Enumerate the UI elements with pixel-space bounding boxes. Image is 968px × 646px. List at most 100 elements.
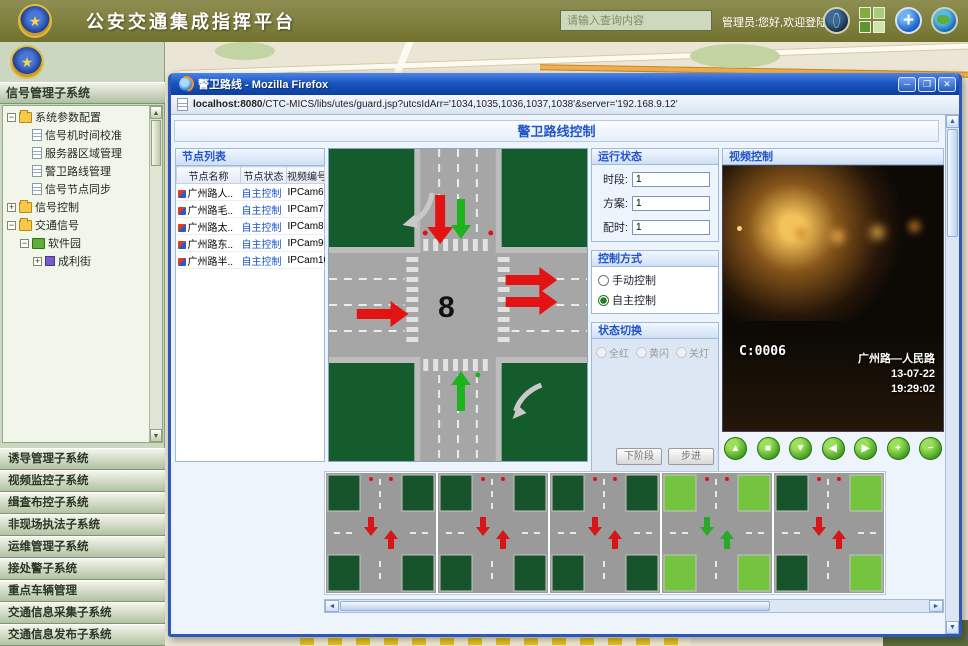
ptz-zoom-out-button[interactable]: −: [919, 437, 942, 460]
tree-item[interactable]: −软件园: [3, 234, 149, 252]
node-row[interactable]: 广州路毛.. 自主控制 IPCam7: [177, 201, 325, 218]
tree-item[interactable]: 服务器区域管理: [3, 144, 149, 162]
expand-icon[interactable]: +: [33, 257, 42, 266]
run-status-header: 运行状态: [591, 148, 719, 165]
period-input[interactable]: [632, 172, 710, 187]
vertical-scrollbar[interactable]: ▲ ▼: [945, 115, 959, 634]
folder-icon: [19, 202, 32, 213]
right-arrow-icon: ▶: [862, 443, 870, 454]
ptz-up-arrow-button[interactable]: ▲: [724, 437, 747, 460]
signal-node-icon: [178, 207, 186, 215]
subsystem-item[interactable]: 诱导管理子系统: [0, 448, 165, 470]
control-mode-option[interactable]: 手动控制: [598, 272, 712, 288]
camera-overlay: 广州路—人民路 13-07-22 19:29:02: [858, 352, 935, 397]
control-mode-radio[interactable]: [598, 275, 609, 286]
window-buttons: ─ ❐ ✕: [898, 77, 956, 92]
subsystem-item[interactable]: 非现场执法子系统: [0, 514, 165, 536]
phase-thumbnail[interactable]: [662, 473, 772, 593]
zoom-in-icon: +: [895, 443, 901, 454]
signal-node-icon: [178, 258, 186, 266]
scroll-up-icon[interactable]: ▲: [946, 115, 959, 128]
maximize-button[interactable]: ❐: [918, 77, 936, 92]
page-icon: [177, 98, 188, 111]
subsystem-item[interactable]: 视频监控子系统: [0, 470, 165, 492]
node-status-cell[interactable]: 自主控制: [241, 252, 287, 269]
node-status-cell[interactable]: 自主控制: [241, 184, 287, 201]
scroll-right-icon[interactable]: ►: [929, 600, 943, 612]
collapse-icon[interactable]: −: [20, 239, 29, 248]
tree-item[interactable]: 信号机时间校准: [3, 126, 149, 144]
earth-icon[interactable]: [931, 7, 958, 34]
col-node-video: 视频编号: [287, 167, 325, 184]
tree-item[interactable]: −交通信号: [3, 216, 149, 234]
apps-grid-icon[interactable]: [859, 7, 886, 34]
node-name-cell: 广州路半..: [177, 252, 241, 269]
expand-icon[interactable]: +: [7, 203, 16, 212]
tree-scroll-thumb[interactable]: [151, 120, 161, 166]
window-titlebar[interactable]: 警卫路线 - Mozilla Firefox ─ ❐ ✕: [171, 73, 959, 95]
tree-item[interactable]: +成利街: [3, 252, 149, 270]
minimize-button[interactable]: ─: [898, 77, 916, 92]
node-status-cell[interactable]: 自主控制: [241, 235, 287, 252]
add-icon[interactable]: +: [895, 7, 922, 34]
phase-thumbnail[interactable]: [550, 473, 660, 593]
signal-node-icon: [178, 190, 186, 198]
collapse-icon[interactable]: −: [7, 113, 16, 122]
phase-thumbnail[interactable]: [326, 473, 436, 593]
timing-input[interactable]: [632, 220, 710, 235]
subsystem-item[interactable]: 交通信息发布子系统: [0, 624, 165, 646]
scroll-down-icon[interactable]: ▼: [946, 621, 959, 634]
subsystem-item[interactable]: 重点车辆管理: [0, 580, 165, 602]
globe-icon[interactable]: [823, 7, 850, 34]
signal-node-icon: [178, 241, 186, 249]
node-row[interactable]: 广州路太.. 自主控制 IPCam8: [177, 218, 325, 235]
sidebar-system-title[interactable]: 信号管理子系统: [0, 82, 165, 104]
ptz-stop-button[interactable]: ■: [757, 437, 780, 460]
url-bar[interactable]: localhost:8080/CTC-MICS/libs/utes/guard.…: [171, 95, 959, 115]
hscroll-thumb[interactable]: [340, 601, 770, 611]
url-path: /CTC-MICS/libs/utes/guard.jsp?utcsIdArr=…: [262, 99, 677, 110]
streetlights: [737, 226, 742, 231]
screen: { "colors": {"accent_blue": "#2255cc", "…: [0, 0, 968, 646]
plan-input[interactable]: [632, 196, 710, 211]
node-video-cell: IPCam6: [287, 184, 325, 201]
subsystem-item[interactable]: 接处警子系统: [0, 558, 165, 580]
scroll-left-icon[interactable]: ◄: [325, 600, 339, 612]
ptz-left-arrow-button[interactable]: ◀: [822, 437, 845, 460]
next-phase-button[interactable]: 下阶段: [616, 448, 662, 465]
run-status-panel: 时段: 方案: 配时:: [591, 165, 719, 242]
subsystem-item[interactable]: 运维管理子系统: [0, 536, 165, 558]
ptz-zoom-in-button[interactable]: +: [887, 437, 910, 460]
node-status-cell[interactable]: 自主控制: [241, 218, 287, 235]
phase-thumbnail[interactable]: [438, 473, 548, 593]
tree-item[interactable]: 警卫路线管理: [3, 162, 149, 180]
tree-item[interactable]: 信号节点同步: [3, 180, 149, 198]
horizontal-scrollbar[interactable]: ◄ ►: [324, 599, 944, 613]
control-mode-option[interactable]: 自主控制: [598, 292, 712, 308]
control-mode-radio[interactable]: [598, 295, 609, 306]
vscroll-thumb[interactable]: [947, 129, 958, 237]
tree-item[interactable]: +信号控制: [3, 198, 149, 216]
node-name-cell: 广州路太..: [177, 218, 241, 235]
subsystem-item[interactable]: 缉查布控子系统: [0, 492, 165, 514]
subsystem-item[interactable]: 交通信息采集子系统: [0, 602, 165, 624]
tree-item[interactable]: −系统参数配置: [3, 108, 149, 126]
scroll-up-icon[interactable]: ▲: [150, 106, 162, 119]
url-host: localhost:8080: [193, 99, 262, 110]
collapse-icon[interactable]: −: [7, 221, 16, 230]
node-row[interactable]: 广州路东.. 自主控制 IPCam9: [177, 235, 325, 252]
node-status-cell[interactable]: 自主控制: [241, 201, 287, 218]
phase-thumbnail[interactable]: [774, 473, 884, 593]
camera-location: 广州路—人民路: [858, 352, 935, 367]
state-radio: [596, 347, 607, 358]
node-row[interactable]: 广州路半.. 自主控制 IPCam10: [177, 252, 325, 269]
ptz-right-arrow-button[interactable]: ▶: [854, 437, 877, 460]
ptz-down-arrow-button[interactable]: ▼: [789, 437, 812, 460]
scroll-down-icon[interactable]: ▼: [150, 429, 162, 442]
state-radio: [636, 347, 647, 358]
search-input[interactable]: [560, 10, 712, 31]
close-button[interactable]: ✕: [938, 77, 956, 92]
tree-scrollbar[interactable]: ▲ ▼: [149, 106, 162, 442]
node-row[interactable]: 广州路人.. 自主控制 IPCam6: [177, 184, 325, 201]
step-button[interactable]: 步进: [668, 448, 714, 465]
